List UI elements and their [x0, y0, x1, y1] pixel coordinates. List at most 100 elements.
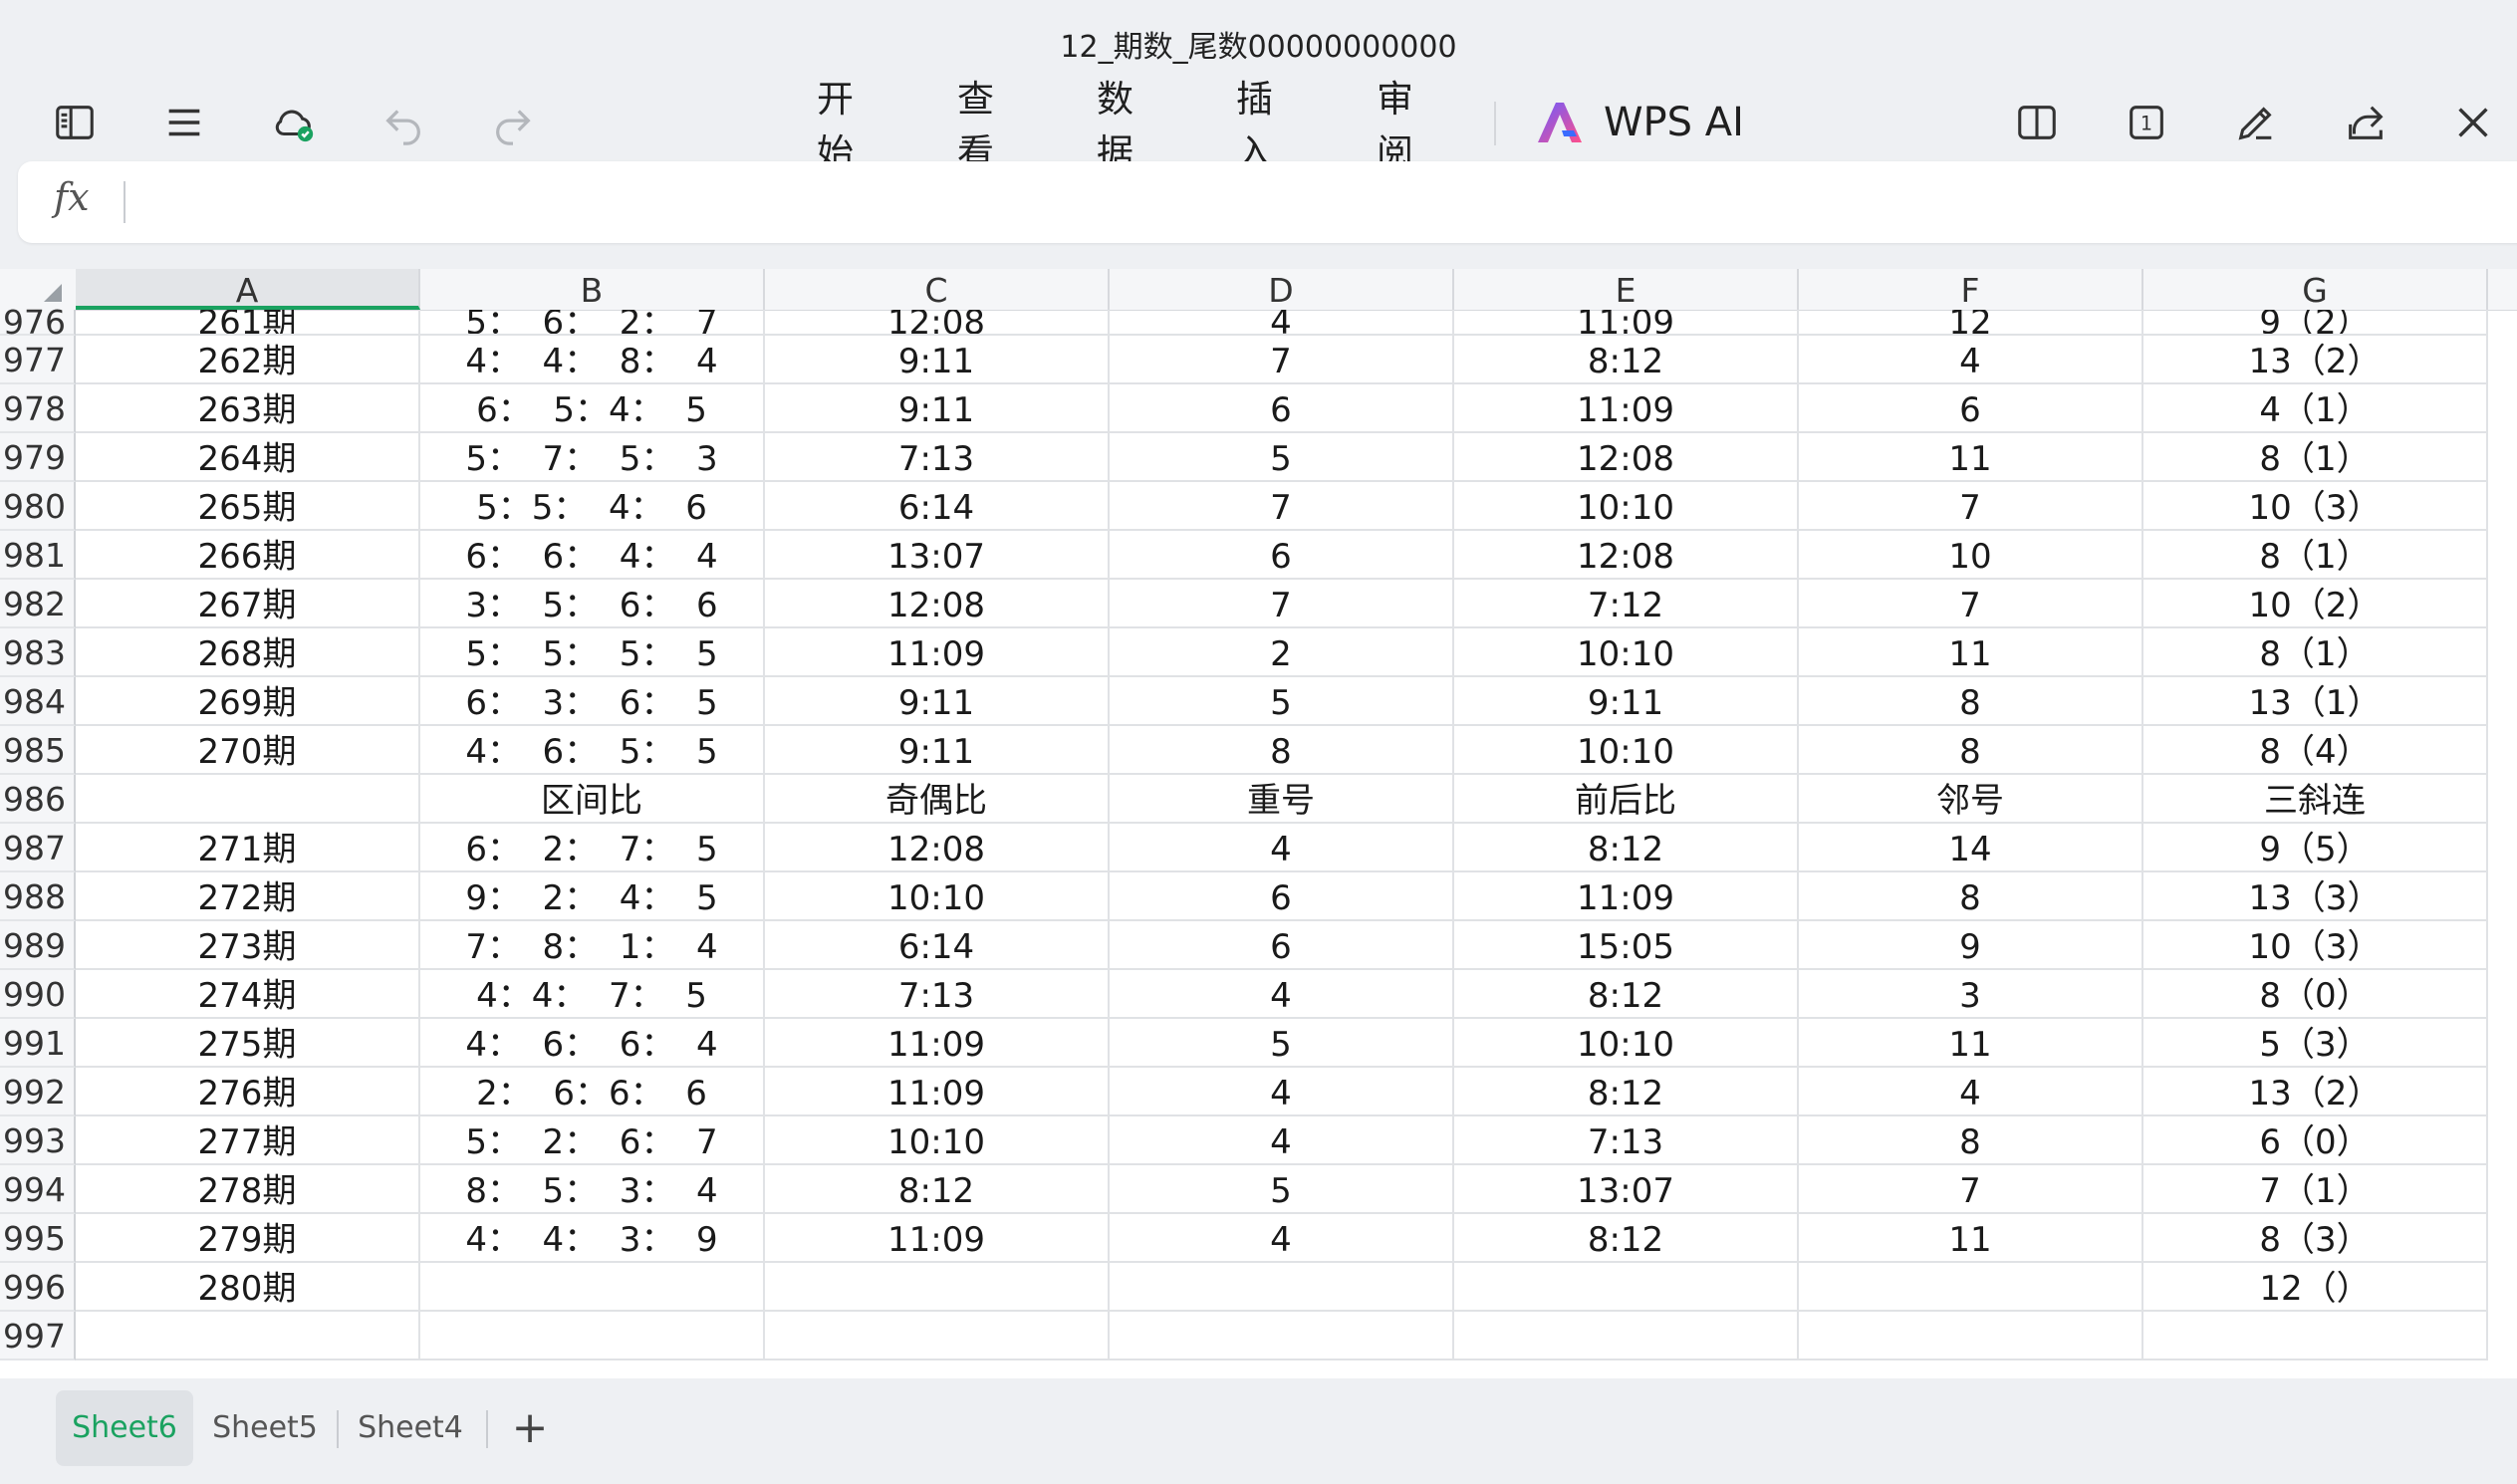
- cell-g990[interactable]: 8（0）: [2143, 970, 2488, 1019]
- cell-a985[interactable]: 270期: [76, 726, 420, 775]
- split-view-icon[interactable]: [2010, 96, 2064, 149]
- row-header[interactable]: 979: [0, 433, 76, 482]
- cell-f977[interactable]: 4: [1799, 336, 2143, 384]
- cell-f980[interactable]: 7: [1799, 482, 2143, 531]
- cell-c979[interactable]: 7:13: [765, 433, 1110, 482]
- cell-e986[interactable]: 前后比: [1454, 775, 1799, 824]
- cell-b981[interactable]: 6： 6： 4： 4: [420, 531, 765, 580]
- cell-g984[interactable]: 13（1）: [2143, 677, 2488, 726]
- close-icon[interactable]: [2446, 96, 2500, 149]
- cell-f990[interactable]: 3: [1799, 970, 2143, 1019]
- cell-b994[interactable]: 8： 5： 3： 4: [420, 1165, 765, 1214]
- cell-a993[interactable]: 277期: [76, 1116, 420, 1165]
- cell-a995[interactable]: 279期: [76, 1214, 420, 1263]
- cell-b989[interactable]: 7： 8： 1： 4: [420, 921, 765, 970]
- cell-b984[interactable]: 6： 3： 6： 5: [420, 677, 765, 726]
- cell-f992[interactable]: 4: [1799, 1068, 2143, 1116]
- cell-d989[interactable]: 6: [1110, 921, 1454, 970]
- page-count-icon[interactable]: 1: [2120, 96, 2173, 149]
- menu-item-insert[interactable]: 插入: [1236, 69, 1273, 176]
- row-header[interactable]: 984: [0, 677, 76, 726]
- cell-f997[interactable]: [1799, 1312, 2143, 1360]
- row-header[interactable]: 980: [0, 482, 76, 531]
- cell-f983[interactable]: 11: [1799, 628, 2143, 677]
- row-header[interactable]: 992: [0, 1068, 76, 1116]
- cell-d980[interactable]: 7: [1110, 482, 1454, 531]
- cell-a976[interactable]: 261期: [76, 310, 420, 336]
- cell-c991[interactable]: 11:09: [765, 1019, 1110, 1068]
- formula-input[interactable]: [147, 175, 2438, 227]
- column-header-f[interactable]: F: [1799, 269, 2143, 310]
- menu-item-view[interactable]: 查看: [957, 69, 994, 176]
- menu-icon[interactable]: [157, 96, 211, 149]
- cell-b997[interactable]: [420, 1312, 765, 1360]
- cell-d981[interactable]: 6: [1110, 531, 1454, 580]
- cell-d984[interactable]: 5: [1110, 677, 1454, 726]
- cell-f986[interactable]: 邻号: [1799, 775, 2143, 824]
- cell-b985[interactable]: 4： 6： 5： 5: [420, 726, 765, 775]
- cell-e977[interactable]: 8:12: [1454, 336, 1799, 384]
- cell-e976[interactable]: 11:09: [1454, 310, 1799, 336]
- cell-f984[interactable]: 8: [1799, 677, 2143, 726]
- cell-c996[interactable]: [765, 1263, 1110, 1312]
- cell-d991[interactable]: 5: [1110, 1019, 1454, 1068]
- cell-a978[interactable]: 263期: [76, 384, 420, 433]
- cell-a986[interactable]: [76, 775, 420, 824]
- cell-d976[interactable]: 4: [1110, 310, 1454, 336]
- cell-b986[interactable]: 区间比: [420, 775, 765, 824]
- cell-c995[interactable]: 11:09: [765, 1214, 1110, 1263]
- cell-a994[interactable]: 278期: [76, 1165, 420, 1214]
- row-header[interactable]: 995: [0, 1214, 76, 1263]
- cell-e996[interactable]: [1454, 1263, 1799, 1312]
- cell-b983[interactable]: 5： 5： 5： 5: [420, 628, 765, 677]
- cell-a979[interactable]: 264期: [76, 433, 420, 482]
- cell-b993[interactable]: 5： 2： 6： 7: [420, 1116, 765, 1165]
- cell-a992[interactable]: 276期: [76, 1068, 420, 1116]
- undo-icon[interactable]: [377, 96, 430, 149]
- cell-g991[interactable]: 5（3）: [2143, 1019, 2488, 1068]
- cell-b991[interactable]: 4： 6： 6： 4: [420, 1019, 765, 1068]
- row-header[interactable]: 985: [0, 726, 76, 775]
- menu-item-review[interactable]: 审阅: [1377, 69, 1413, 176]
- sheet-tab-sheet6[interactable]: Sheet6: [56, 1390, 193, 1466]
- cell-c990[interactable]: 7:13: [765, 970, 1110, 1019]
- pen-edit-icon[interactable]: [2229, 96, 2283, 149]
- cell-f988[interactable]: 8: [1799, 872, 2143, 921]
- cell-b977[interactable]: 4： 4： 8： 4: [420, 336, 765, 384]
- row-header[interactable]: 993: [0, 1116, 76, 1165]
- menu-item-data[interactable]: 数据: [1097, 69, 1133, 176]
- cell-b982[interactable]: 3： 5： 6： 6: [420, 580, 765, 628]
- cell-d994[interactable]: 5: [1110, 1165, 1454, 1214]
- cell-f989[interactable]: 9: [1799, 921, 2143, 970]
- cell-e993[interactable]: 7:13: [1454, 1116, 1799, 1165]
- cell-c992[interactable]: 11:09: [765, 1068, 1110, 1116]
- cell-g989[interactable]: 10（3）: [2143, 921, 2488, 970]
- cell-e995[interactable]: 8:12: [1454, 1214, 1799, 1263]
- cell-d983[interactable]: 2: [1110, 628, 1454, 677]
- cell-c983[interactable]: 11:09: [765, 628, 1110, 677]
- cell-b988[interactable]: 9： 2： 4： 5: [420, 872, 765, 921]
- cell-f996[interactable]: [1799, 1263, 2143, 1312]
- cell-b996[interactable]: [420, 1263, 765, 1312]
- cell-e983[interactable]: 10:10: [1454, 628, 1799, 677]
- sheet-tab-sheet5[interactable]: Sheet5: [205, 1390, 325, 1466]
- column-header-g[interactable]: G: [2143, 269, 2488, 310]
- redo-icon[interactable]: [486, 96, 540, 149]
- cell-a997[interactable]: [76, 1312, 420, 1360]
- cloud-sync-icon[interactable]: [267, 96, 321, 149]
- cell-a983[interactable]: 268期: [76, 628, 420, 677]
- cell-b992[interactable]: 2： 6：6： 6: [420, 1068, 765, 1116]
- cell-e987[interactable]: 8:12: [1454, 824, 1799, 872]
- cell-f978[interactable]: 6: [1799, 384, 2143, 433]
- cell-g978[interactable]: 4（1）: [2143, 384, 2488, 433]
- row-header[interactable]: 997: [0, 1312, 76, 1360]
- menu-item-start[interactable]: 开始: [817, 69, 854, 176]
- cell-e980[interactable]: 10:10: [1454, 482, 1799, 531]
- cell-c994[interactable]: 8:12: [765, 1165, 1110, 1214]
- cell-a990[interactable]: 274期: [76, 970, 420, 1019]
- cell-a988[interactable]: 272期: [76, 872, 420, 921]
- row-header[interactable]: 981: [0, 531, 76, 580]
- cell-e979[interactable]: 12:08: [1454, 433, 1799, 482]
- column-header-b[interactable]: B: [420, 269, 765, 310]
- cell-g982[interactable]: 10（2）: [2143, 580, 2488, 628]
